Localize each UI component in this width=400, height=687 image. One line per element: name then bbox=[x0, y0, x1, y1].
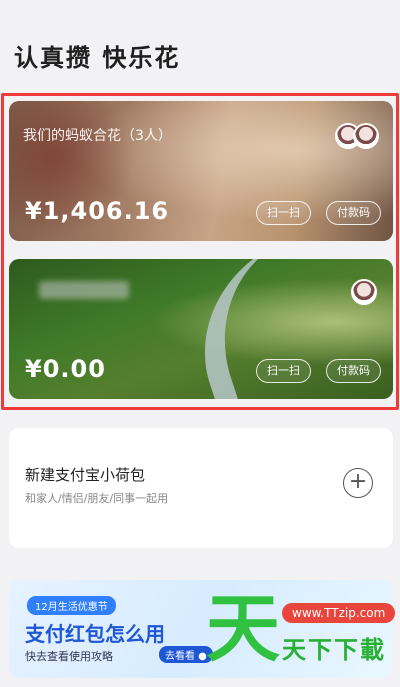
redacted-card-name bbox=[39, 281, 129, 299]
wallet-card-personal[interactable]: ¥0.00 扫一扫 付款码 bbox=[9, 259, 393, 399]
watermark-text: 天下下載 bbox=[282, 636, 386, 664]
member-avatars bbox=[351, 279, 377, 305]
scan-button[interactable]: 扫一扫 bbox=[256, 359, 311, 383]
payment-code-button[interactable]: 付款码 bbox=[326, 359, 381, 383]
avatar bbox=[351, 279, 377, 305]
payment-code-button[interactable]: 付款码 bbox=[326, 201, 381, 225]
new-wallet-subtitle: 和家人/情侣/朋友/同事一起用 bbox=[25, 492, 169, 505]
banner-tag: 12月生活优惠节 bbox=[27, 596, 116, 615]
new-wallet-title: 新建支付宝小荷包 bbox=[25, 466, 146, 484]
new-wallet-card[interactable]: 新建支付宝小荷包 和家人/情侣/朋友/同事一起用 + bbox=[9, 428, 393, 548]
card-balance: ¥1,406.16 bbox=[25, 197, 170, 225]
page-title: 认真攒 快乐花 bbox=[14, 44, 181, 72]
member-avatars bbox=[335, 123, 379, 149]
add-wallet-button[interactable]: + bbox=[343, 468, 373, 498]
card-balance: ¥0.00 bbox=[25, 355, 106, 383]
scan-button[interactable]: 扫一扫 bbox=[256, 201, 311, 225]
watermark-logo: 天 bbox=[206, 586, 280, 672]
watermark-url: www.TTzip.com bbox=[282, 603, 396, 623]
banner-subtitle: 快去查看使用攻略 bbox=[25, 650, 113, 663]
wallet-card-shared[interactable]: 我们的蚂蚁合花（3人） ¥1,406.16 扫一扫 付款码 bbox=[9, 101, 393, 241]
avatar bbox=[353, 123, 379, 149]
banner-cta-button[interactable]: 去看看 ● bbox=[159, 646, 213, 663]
card-name: 我们的蚂蚁合花（3人） bbox=[23, 128, 172, 144]
banner-title: 支付红包怎么用 bbox=[25, 622, 165, 646]
